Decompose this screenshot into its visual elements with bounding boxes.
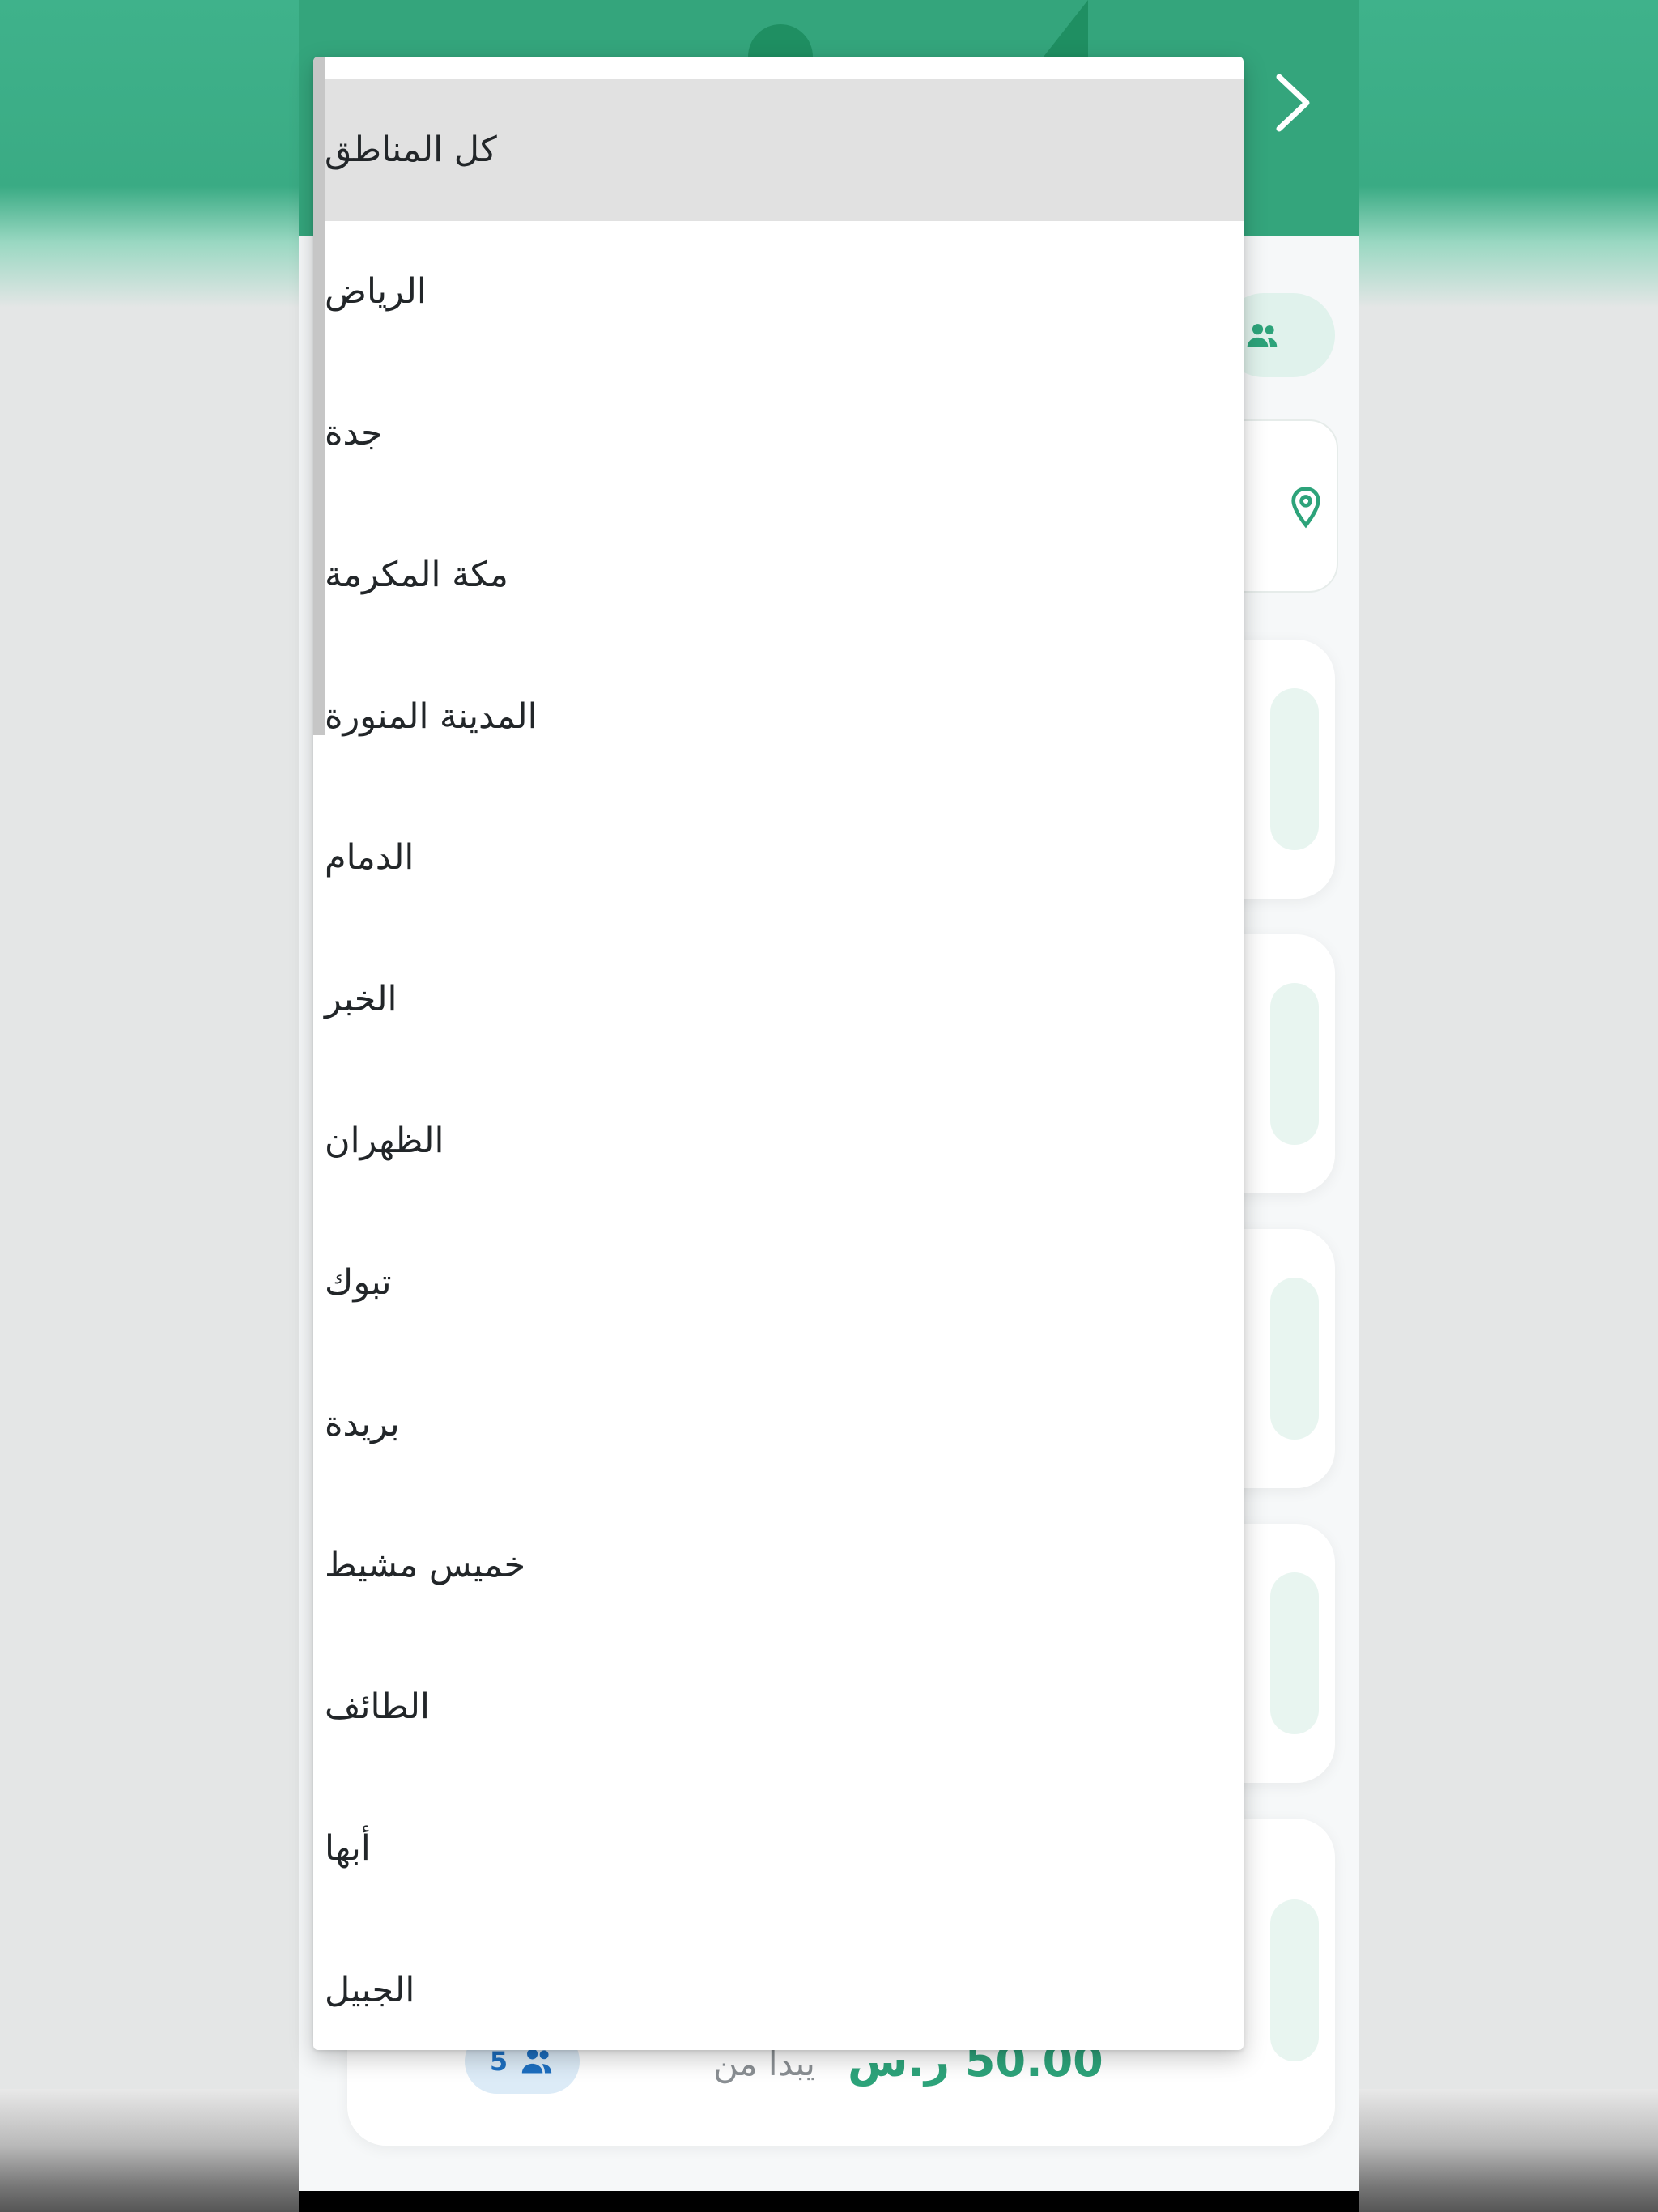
bottom-edge — [299, 2191, 1359, 2212]
region-option-makkah[interactable]: مكة المكرمة — [325, 504, 1244, 645]
region-option-riyadh[interactable]: الرياض — [325, 221, 1244, 363]
region-option-abha[interactable]: أبها — [325, 1778, 1244, 1920]
menu-scrollbar[interactable] — [313, 57, 325, 735]
region-option-khamis-mushait[interactable]: خميس مشيط — [325, 1495, 1244, 1636]
card-image — [1270, 688, 1319, 850]
region-option-jubail[interactable]: الجبيل — [325, 1919, 1244, 2050]
chevron-right-icon — [1276, 74, 1310, 132]
capacity-count: 5 — [489, 2046, 508, 2077]
people-icon — [521, 2048, 552, 2074]
back-button[interactable] — [1261, 66, 1325, 139]
map-pin-icon — [1291, 487, 1320, 529]
region-option-taif[interactable]: الطائف — [325, 1636, 1244, 1778]
header-decoration — [1044, 0, 1088, 57]
region-option-buraidah[interactable]: بريدة — [325, 1353, 1244, 1495]
region-option-dammam[interactable]: الدمام — [325, 787, 1244, 929]
region-option-khobar[interactable]: الخبر — [325, 929, 1244, 1070]
card-image — [1270, 983, 1319, 1145]
card-image — [1270, 1278, 1319, 1440]
regions-list: كل المناطق الرياض جدة مكة المكرمة المدين… — [325, 79, 1244, 2050]
region-option-all[interactable]: كل المناطق — [325, 79, 1244, 221]
regions-dropdown-menu: كل المناطق الرياض جدة مكة المكرمة المدين… — [313, 57, 1244, 2050]
region-option-madinah[interactable]: المدينة المنورة — [325, 645, 1244, 787]
region-option-tabuk[interactable]: تبوك — [325, 1211, 1244, 1353]
people-icon — [1247, 324, 1278, 347]
region-option-dhahran[interactable]: الظهران — [325, 1070, 1244, 1212]
region-option-jeddah[interactable]: جدة — [325, 363, 1244, 504]
card-image — [1270, 1572, 1319, 1734]
